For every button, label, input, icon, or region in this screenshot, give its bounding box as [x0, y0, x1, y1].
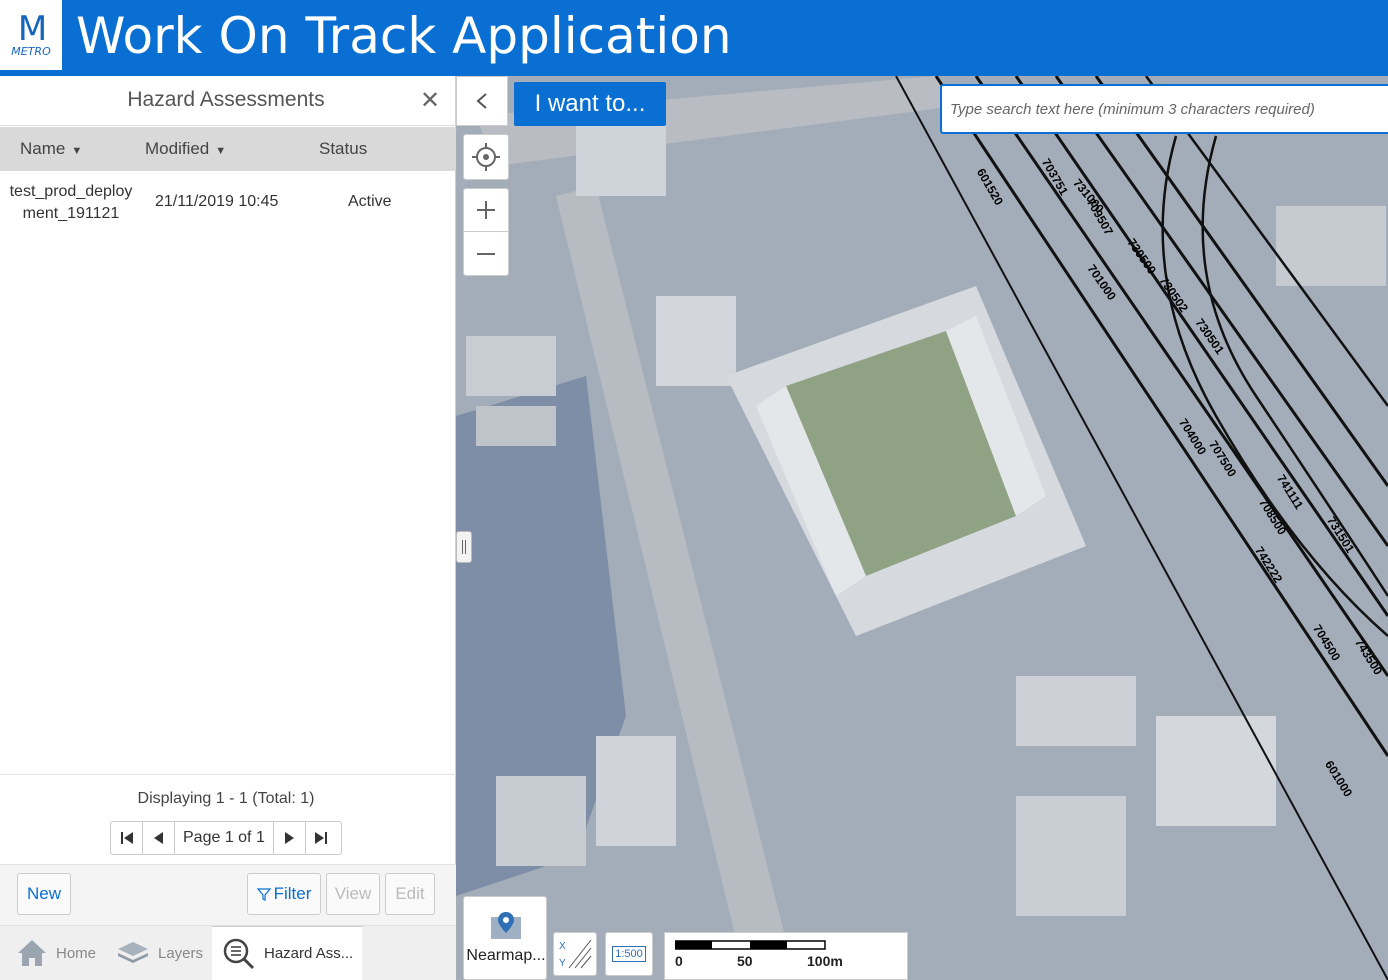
- scale-label-100m: 100m: [807, 953, 843, 969]
- chevron-down-icon: ▼: [71, 145, 83, 157]
- cell-name-line: ment_191121: [22, 205, 120, 222]
- search-list-icon: [223, 938, 255, 969]
- tab-label: Hazard Ass...: [264, 945, 354, 962]
- logo-mark: M: [17, 9, 47, 49]
- app-title: Work On Track Application: [76, 7, 732, 65]
- cell-modified: 21/11/2019 10:45: [155, 193, 279, 210]
- collapse-panel-button[interactable]: [456, 76, 508, 126]
- search-input[interactable]: Type search text here (minimum 3 charact…: [940, 84, 1388, 134]
- tab-layers[interactable]: Layers: [116, 926, 210, 980]
- page-indicator: Page 1 of 1: [183, 829, 265, 846]
- column-header-modified[interactable]: Modified ▼: [145, 139, 226, 159]
- map-pin-icon: [491, 912, 521, 939]
- scale-label-50: 50: [737, 953, 753, 969]
- next-page-icon: [285, 832, 295, 844]
- cell-name: test_prod_deploy ment_191121: [6, 181, 136, 225]
- minus-icon: [477, 252, 495, 255]
- next-page-button[interactable]: [272, 822, 305, 854]
- first-page-button[interactable]: [111, 822, 143, 854]
- edit-button[interactable]: Edit: [385, 873, 435, 915]
- building: [1016, 676, 1136, 746]
- action-bar: New Filter View Edit: [0, 864, 456, 926]
- building: [496, 776, 586, 866]
- layers-icon: [118, 942, 148, 963]
- display-count: Displaying 1 - 1 (Total: 1): [137, 790, 315, 807]
- zoom-in-button[interactable]: [463, 189, 509, 233]
- locate-button[interactable]: [463, 134, 509, 180]
- building: [1156, 716, 1276, 826]
- prev-page-icon: [153, 832, 163, 844]
- panel-resize-handle[interactable]: [456, 531, 472, 563]
- map-view[interactable]: 601520 703751 709507 731000 730500 73050…: [456, 76, 1388, 980]
- first-page-icon: [120, 832, 133, 844]
- cell-name-line: test_prod_deploy: [9, 183, 133, 200]
- scale-ratio: 1:500: [612, 946, 646, 962]
- building: [596, 736, 676, 846]
- filter-icon: [256, 888, 271, 901]
- grip-icon: [462, 540, 466, 554]
- scale-label-0: 0: [675, 953, 683, 969]
- last-page-button[interactable]: [304, 822, 337, 854]
- tab-label: Layers: [158, 944, 204, 962]
- chevron-left-icon: [476, 93, 487, 109]
- close-icon[interactable]: ✕: [420, 86, 440, 115]
- aerial-imagery: [456, 76, 1388, 980]
- cell-status: Active: [348, 193, 392, 210]
- basemap-switcher[interactable]: Nearmap...: [463, 896, 547, 980]
- tab-label: Home: [56, 944, 97, 962]
- building: [576, 116, 666, 196]
- building: [1016, 796, 1126, 916]
- scale-button[interactable]: 1:500: [605, 932, 653, 976]
- paging-area: Displaying 1 - 1 (Total: 1) Page 1 of 1: [0, 774, 456, 864]
- building: [656, 296, 736, 386]
- column-header-label: Modified: [145, 139, 210, 158]
- filter-label: Filter: [273, 884, 312, 903]
- home-icon: [18, 940, 46, 966]
- zoom-controls: [463, 188, 509, 276]
- bottom-tabs: Home Layers Hazard Ass...: [0, 926, 456, 980]
- tab-home[interactable]: Home: [16, 926, 112, 980]
- scale-bar: 0 50 100m: [664, 932, 908, 980]
- crosshair-icon: [472, 143, 500, 171]
- table-header: Name ▼ Modified ▼ Status: [0, 127, 456, 171]
- metro-logo: M METRO: [0, 0, 62, 70]
- svg-text:Y: Y: [559, 958, 566, 969]
- search-placeholder: Type search text here (minimum 3 charact…: [950, 100, 1315, 118]
- building: [476, 406, 556, 446]
- table-row[interactable]: test_prod_deploy ment_191121 21/11/2019 …: [0, 173, 456, 237]
- pager: Page 1 of 1: [110, 821, 342, 855]
- new-button[interactable]: New: [17, 873, 71, 915]
- prev-page-button[interactable]: [143, 822, 175, 854]
- column-header-label: Status: [319, 139, 368, 158]
- panel-header: Hazard Assessments ✕: [0, 76, 456, 126]
- building: [466, 336, 556, 396]
- filter-button[interactable]: Filter: [247, 873, 321, 915]
- column-header-name[interactable]: Name ▼: [20, 139, 82, 159]
- view-button[interactable]: View: [326, 873, 380, 915]
- panel-title: Hazard Assessments: [127, 88, 325, 111]
- app-header: M METRO Work On Track Application: [0, 0, 1388, 76]
- basemap-label: Nearmap...: [466, 947, 546, 964]
- zoom-out-button[interactable]: [463, 232, 509, 275]
- last-page-icon: [315, 832, 328, 844]
- logo-text: METRO: [11, 45, 51, 58]
- tab-hazard-assessments[interactable]: Hazard Ass...: [212, 926, 362, 980]
- coordinates-icon: XY: [559, 939, 592, 969]
- column-header-status[interactable]: Status: [319, 139, 367, 159]
- column-header-label: Name: [20, 139, 66, 158]
- plus-icon: [477, 201, 495, 219]
- svg-text:X: X: [559, 941, 566, 952]
- scale-bar-graphic: [675, 940, 826, 950]
- coordinates-button[interactable]: XY: [553, 932, 597, 976]
- chevron-down-icon: ▼: [215, 145, 227, 157]
- i-want-to-button[interactable]: I want to...: [514, 82, 666, 126]
- hazard-assessments-panel: Hazard Assessments ✕ Name ▼ Modified ▼ Sta…: [0, 76, 456, 980]
